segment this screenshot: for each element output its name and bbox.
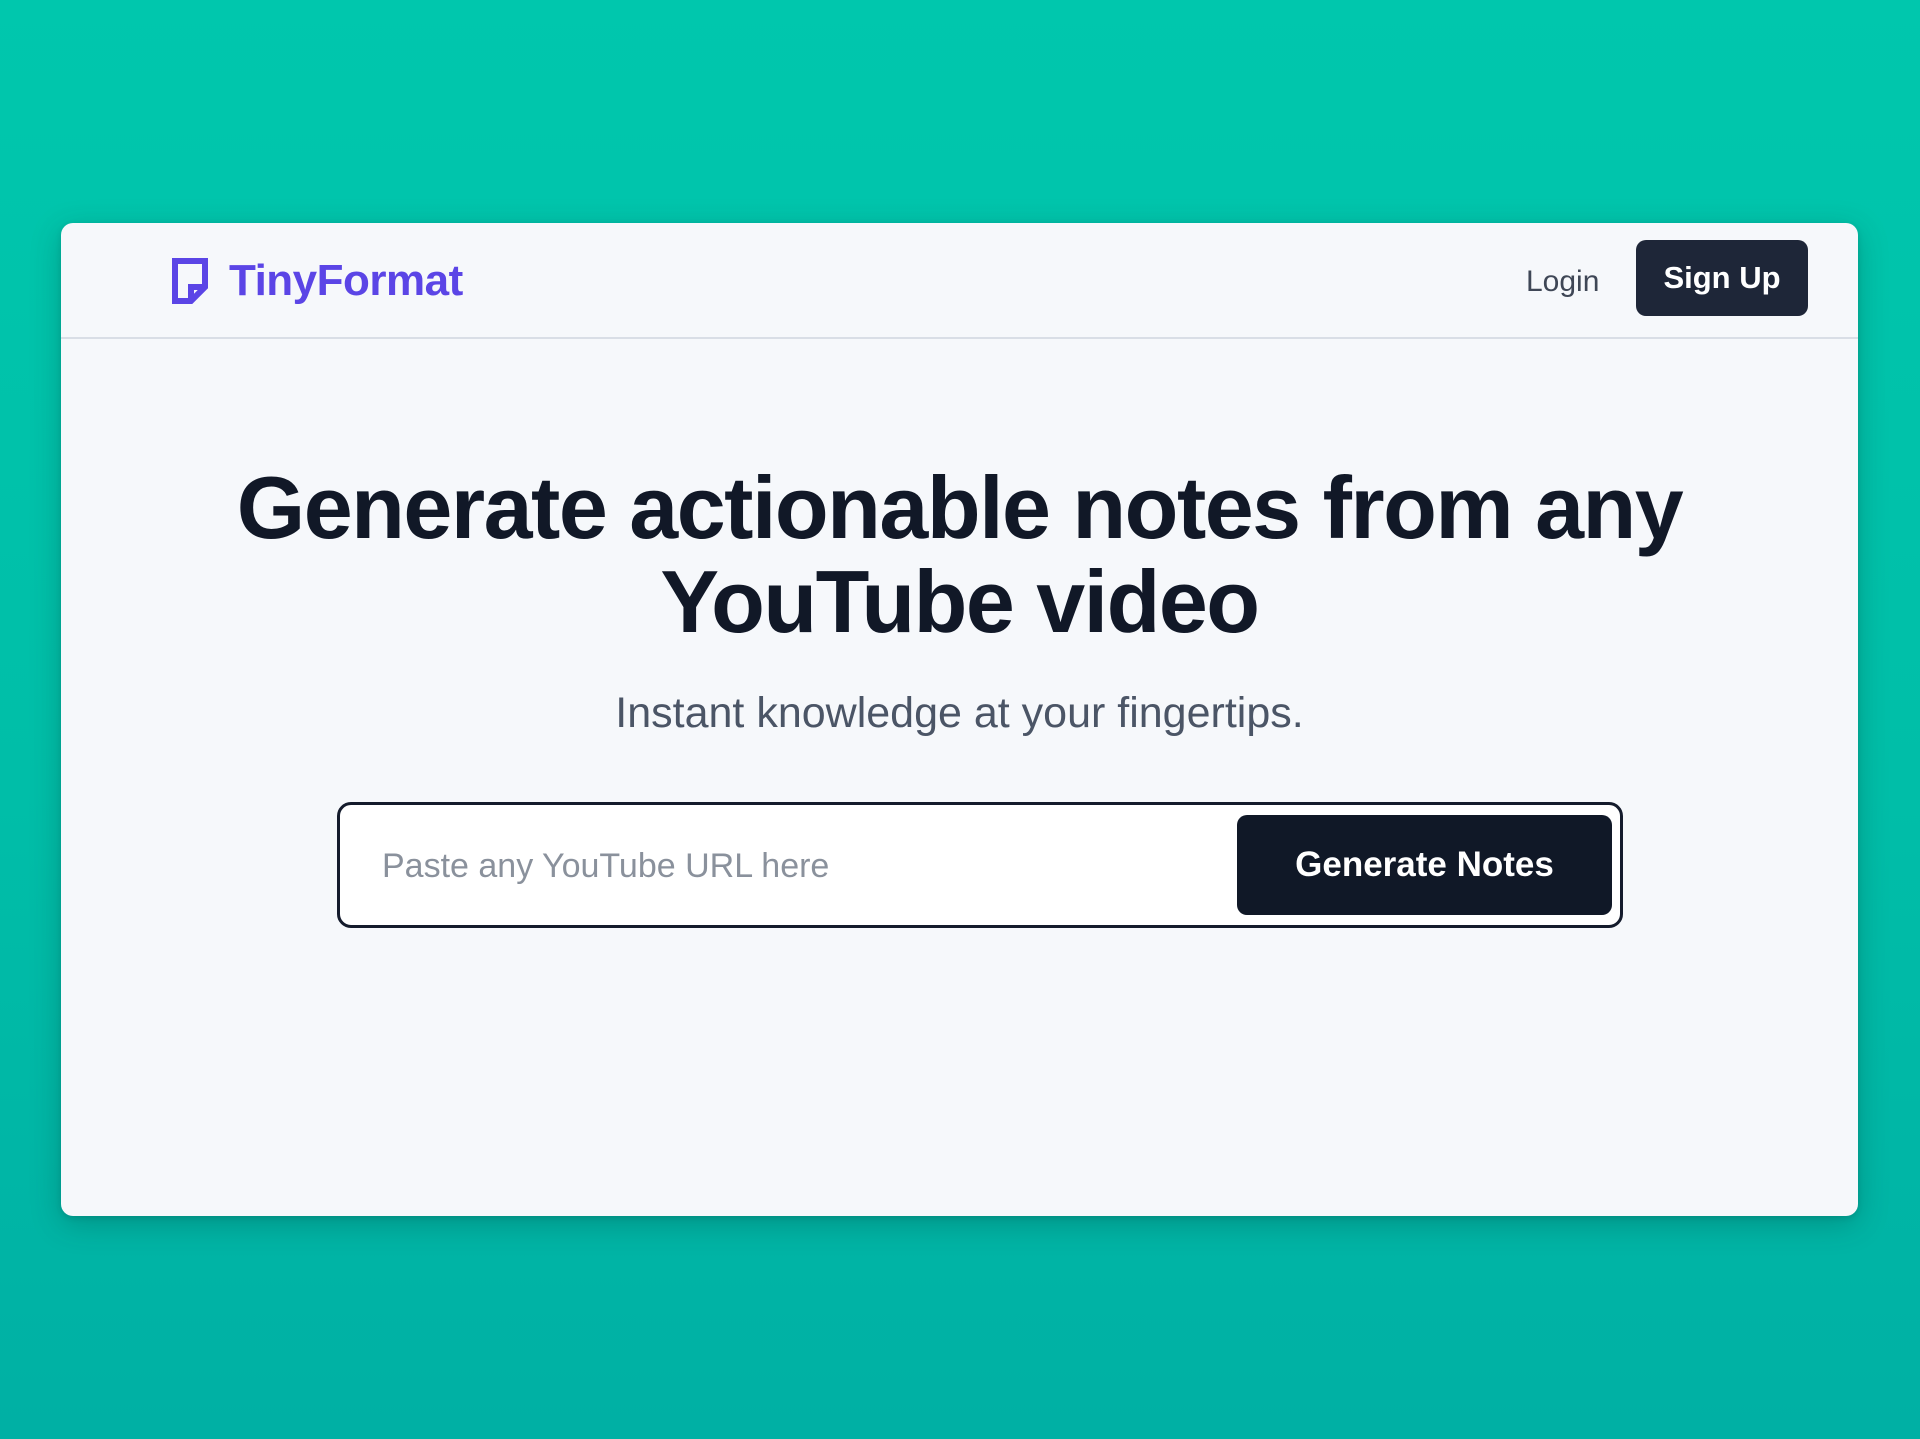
youtube-url-input[interactable] — [380, 833, 1204, 899]
hero-subtitle: Instant knowledge at your fingertips. — [615, 689, 1304, 737]
navbar: TinyFormat Login Sign Up — [61, 223, 1858, 339]
signup-button[interactable]: Sign Up — [1636, 240, 1808, 316]
document-note-icon — [171, 257, 209, 305]
login-link[interactable]: Login — [1526, 258, 1599, 306]
brand-logo[interactable]: TinyFormat — [171, 255, 463, 307]
app-window: TinyFormat Login Sign Up Generate action… — [61, 223, 1858, 1216]
url-form: Generate Notes — [337, 802, 1623, 928]
brand-name: TinyFormat — [229, 256, 463, 305]
generate-notes-button[interactable]: Generate Notes — [1237, 815, 1612, 915]
hero-title: Generate actionable notes from any YouTu… — [236, 458, 1684, 651]
